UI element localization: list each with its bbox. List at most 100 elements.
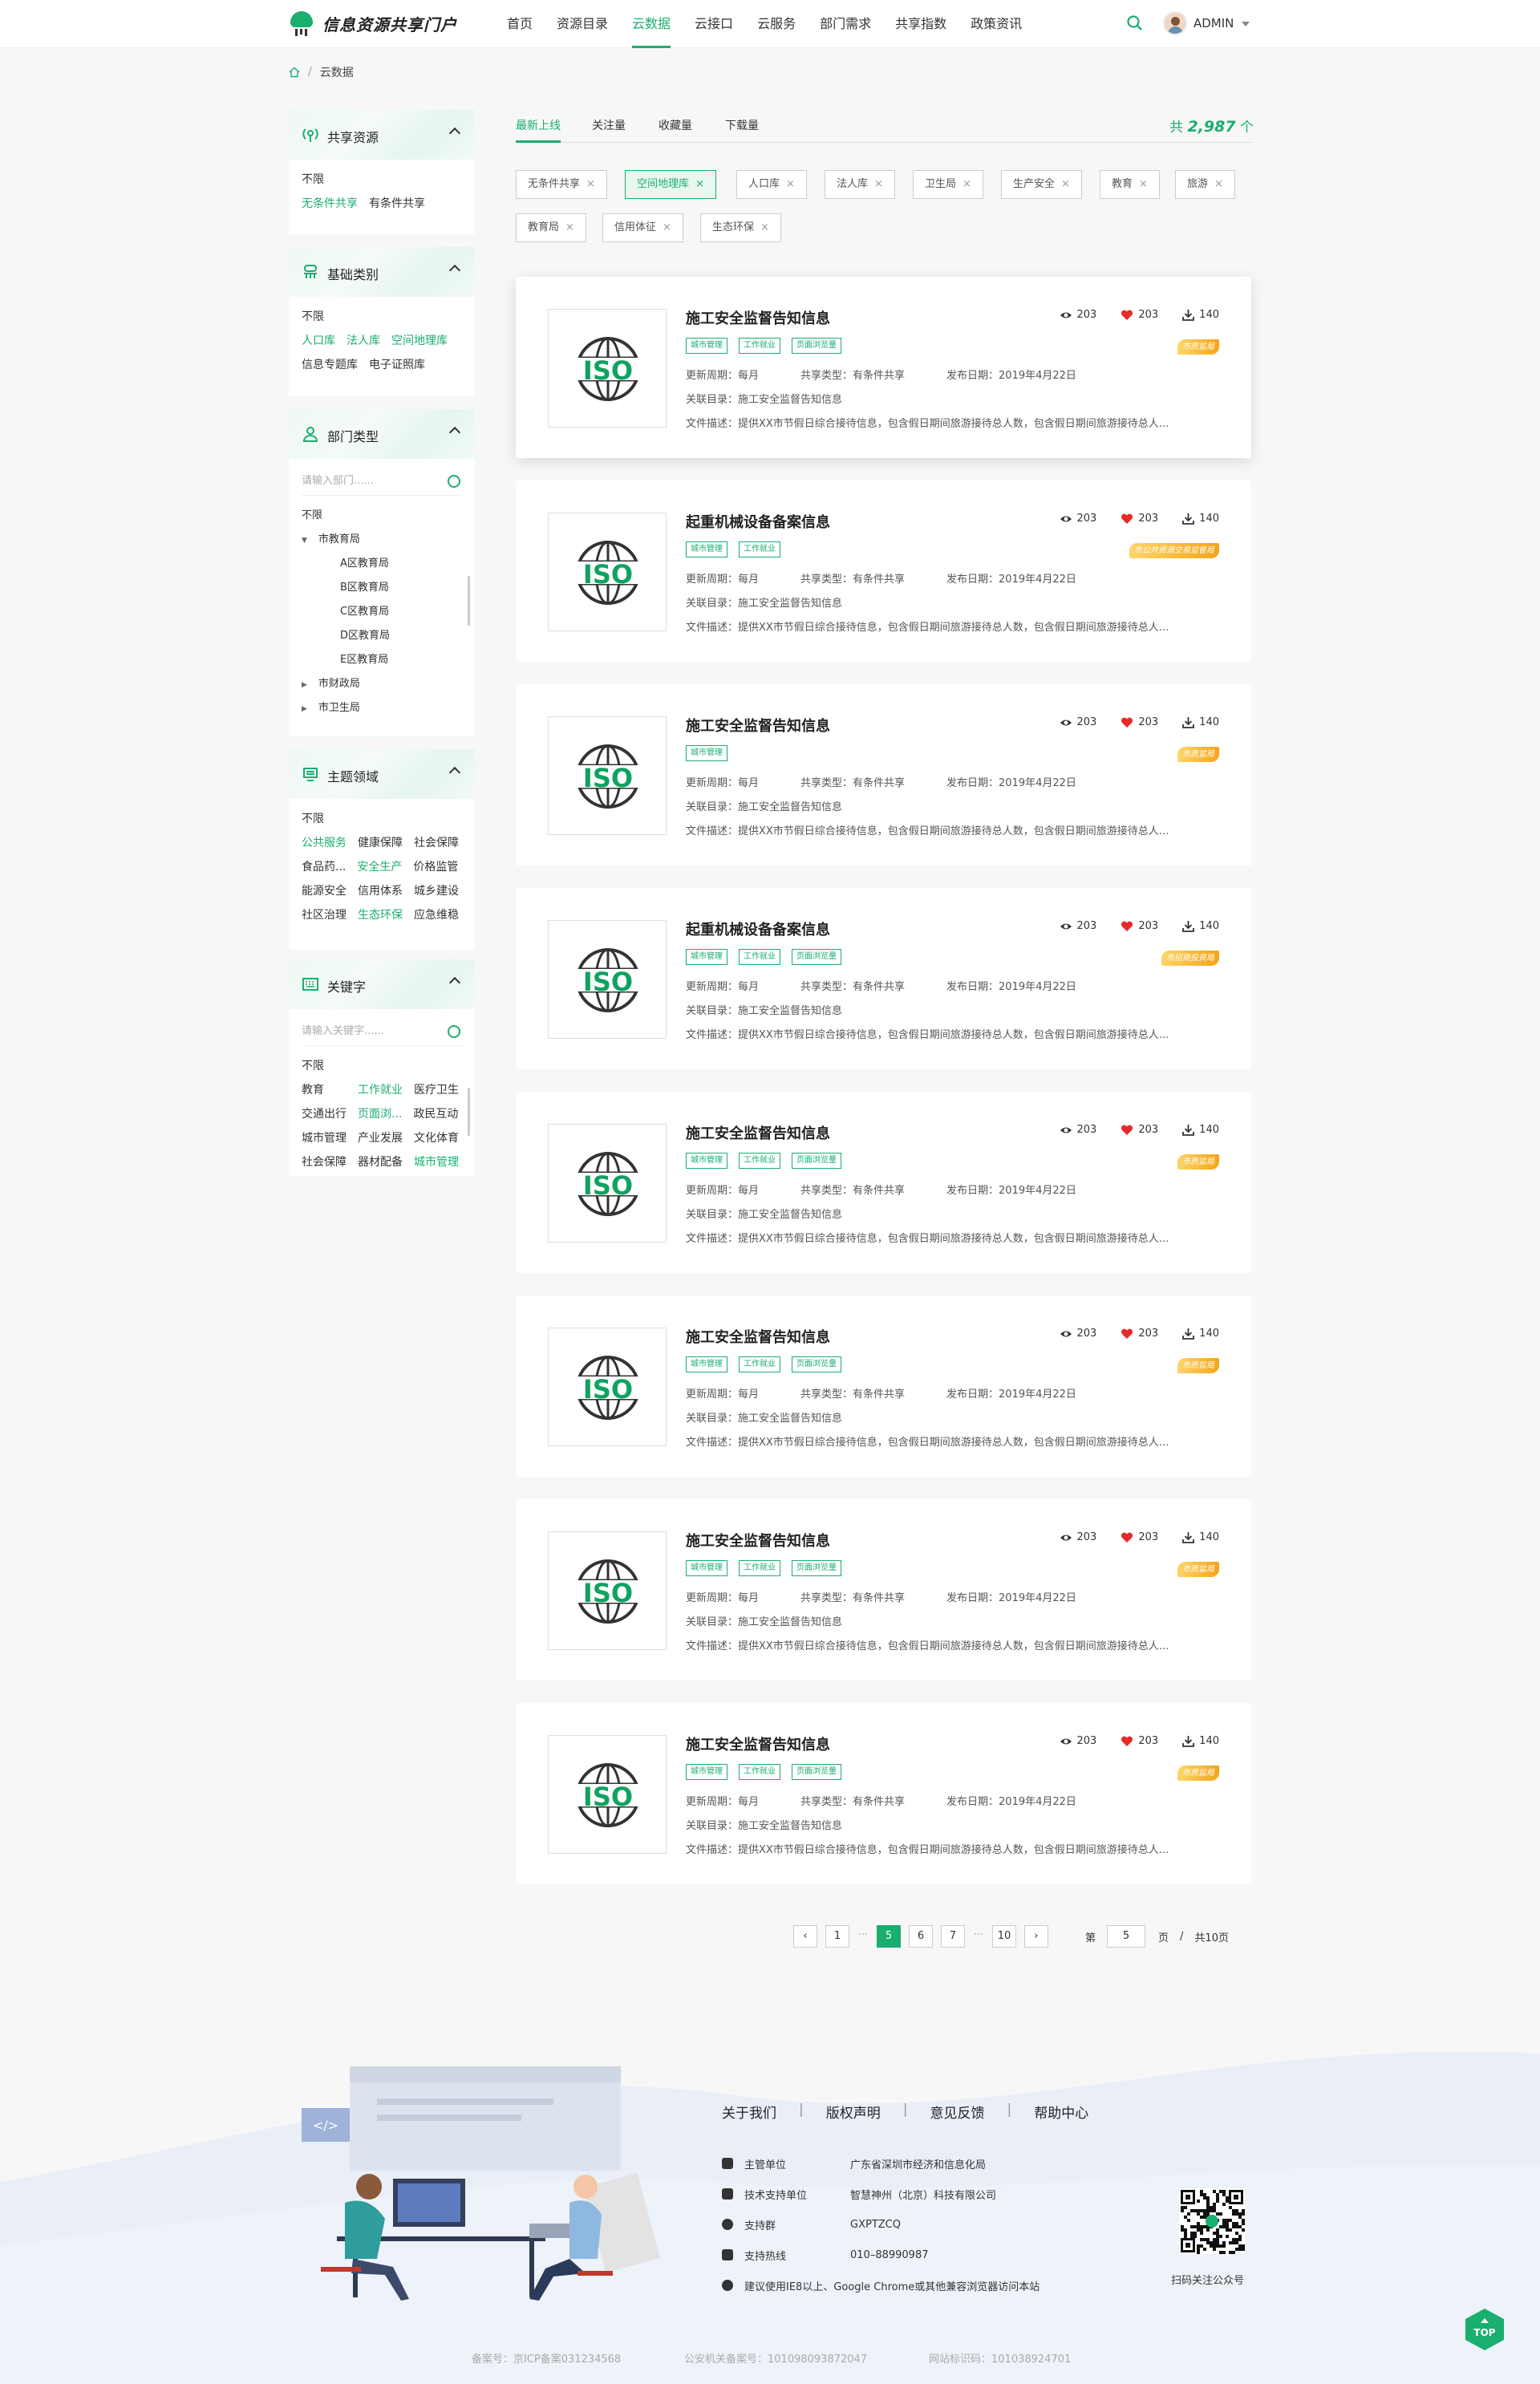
tab-downloads[interactable]: 下载量 <box>725 116 759 143</box>
page-button[interactable]: 10 <box>992 1925 1016 1948</box>
close-icon[interactable]: × <box>1214 178 1223 190</box>
stat-likes[interactable]: 203 <box>1121 1531 1158 1543</box>
tree-node-b[interactable]: B区教育局 <box>340 582 389 594</box>
card-tag[interactable]: 页面浏览量 <box>792 1764 841 1780</box>
download-icon[interactable] <box>1182 1531 1195 1543</box>
card-tag[interactable]: 工作就业 <box>739 338 780 354</box>
close-icon[interactable]: × <box>663 221 671 233</box>
page-button[interactable]: 7 <box>941 1925 965 1948</box>
caret-right-icon[interactable]: ▶ <box>302 673 307 697</box>
card-tag[interactable]: 城市管理 <box>686 745 727 761</box>
card-tag[interactable]: 工作就业 <box>739 949 780 965</box>
panel-header[interactable]: 共享资源 <box>289 110 475 160</box>
close-icon[interactable]: × <box>786 178 795 190</box>
chevron-down-icon[interactable] <box>1242 22 1250 26</box>
page-button[interactable]: 1 <box>825 1925 849 1948</box>
option-any[interactable]: 不限 <box>302 509 322 521</box>
option-credit[interactable]: 信用体系 <box>358 885 403 898</box>
heart-icon[interactable] <box>1121 921 1133 932</box>
option-any[interactable]: 不限 <box>302 813 324 825</box>
stat-downloads[interactable]: 140 <box>1182 513 1219 525</box>
option-price[interactable]: 价格监管 <box>413 861 458 874</box>
filter-chip[interactable]: 空间地理库 × <box>625 170 716 199</box>
resource-card[interactable]: ISO 施工安全监督告知信息 203 203 140 城市管理 工作就业 页面浏览量 市质监局更… <box>516 1703 1251 1884</box>
close-icon[interactable]: × <box>874 178 883 190</box>
card-thumbnail[interactable]: ISO <box>548 513 667 631</box>
stat-downloads[interactable]: 140 <box>1182 1328 1219 1340</box>
option-education[interactable]: 教育 <box>302 1084 324 1097</box>
page-jump-input[interactable]: 5 <box>1107 1925 1146 1948</box>
chevron-up-icon[interactable] <box>448 976 461 989</box>
card-title[interactable]: 施工安全监督告知信息 <box>686 307 830 328</box>
nav-cloud-service[interactable]: 云服务 <box>757 0 796 48</box>
username[interactable]: ADMIN <box>1194 16 1234 30</box>
option-any[interactable]: 不限 <box>302 1060 324 1072</box>
panel-header[interactable]: 关键字 <box>289 959 475 1009</box>
card-tag[interactable]: 工作就业 <box>739 1356 780 1372</box>
option-geo-db[interactable]: 空间地理库 <box>391 334 448 347</box>
option-conditional[interactable]: 有条件共享 <box>369 197 425 210</box>
next-page-button[interactable]: › <box>1024 1925 1048 1948</box>
download-icon[interactable] <box>1182 1328 1195 1340</box>
home-icon[interactable] <box>289 67 300 78</box>
card-tag[interactable]: 城市管理 <box>686 1764 727 1780</box>
card-tag[interactable]: 城市管理 <box>686 338 727 354</box>
card-thumbnail[interactable]: ISO <box>548 1735 667 1854</box>
card-title[interactable]: 施工安全监督告知信息 <box>686 1733 830 1754</box>
caret-right-icon[interactable]: ▶ <box>302 697 307 721</box>
option-transport[interactable]: 交通出行 <box>302 1108 346 1121</box>
resource-card[interactable]: ISO 起重机械设备备案信息 203 203 140 城市管理 工作就业 页面浏览量 市招商投资… <box>516 888 1251 1069</box>
caret-down-icon[interactable]: ▼ <box>302 529 307 553</box>
option-city-management-2[interactable]: 城市管理 <box>414 1156 459 1169</box>
option-food-drug[interactable]: 食品药... <box>302 861 346 874</box>
keyword-search-input[interactable]: 请输入关键字...... <box>302 1017 462 1046</box>
option-social-security[interactable]: 社会保障 <box>302 1156 346 1169</box>
chevron-up-icon[interactable] <box>448 426 461 439</box>
resource-card[interactable]: ISO 施工安全监督告知信息 203 203 140 城市管理 工作就业 页面浏览量 市质监局更… <box>516 1295 1251 1477</box>
option-legal-db[interactable]: 法人库 <box>346 334 380 347</box>
nav-dept-demand[interactable]: 部门需求 <box>820 0 871 48</box>
download-icon[interactable] <box>1182 716 1195 728</box>
close-icon[interactable]: × <box>586 178 595 190</box>
stat-likes[interactable]: 203 <box>1121 513 1158 525</box>
tree-node-health[interactable]: 市卫生局 <box>318 702 360 714</box>
scrollbar[interactable] <box>468 576 470 626</box>
option-energy[interactable]: 能源安全 <box>302 885 346 898</box>
chevron-up-icon[interactable] <box>448 264 461 277</box>
option-public-service[interactable]: 公共服务 <box>302 837 346 849</box>
card-title[interactable]: 施工安全监督告知信息 <box>686 1122 830 1143</box>
heart-icon[interactable] <box>1121 717 1133 728</box>
card-title[interactable]: 起重机械设备备案信息 <box>686 918 830 939</box>
filter-chip[interactable]: 教育 × <box>1100 170 1160 199</box>
heart-icon[interactable] <box>1121 1736 1133 1747</box>
tab-follows[interactable]: 关注量 <box>592 116 626 143</box>
card-tag[interactable]: 工作就业 <box>739 1153 780 1169</box>
page-button[interactable]: 6 <box>909 1925 933 1948</box>
card-tag[interactable]: 页面浏览量 <box>792 949 841 965</box>
close-icon[interactable]: × <box>1061 178 1070 190</box>
option-ecology[interactable]: 生态环保 <box>358 909 403 922</box>
stat-likes[interactable]: 203 <box>1121 716 1158 728</box>
option-emergency[interactable]: 应急维稳 <box>414 909 459 922</box>
close-icon[interactable]: × <box>1139 178 1148 190</box>
card-tag[interactable]: 工作就业 <box>739 541 780 557</box>
card-tag[interactable]: 页面浏览量 <box>792 1560 841 1576</box>
filter-chip[interactable]: 旅游 × <box>1175 170 1235 199</box>
nav-catalog[interactable]: 资源目录 <box>557 0 608 48</box>
option-unconditional[interactable]: 无条件共享 <box>302 197 358 210</box>
stat-likes[interactable]: 203 <box>1121 1124 1158 1136</box>
tab-latest[interactable]: 最新上线 <box>516 116 561 143</box>
resource-card[interactable]: ISO 施工安全监督告知信息 203 203 140 城市管理 市质监局 更新周期：每月 共享类… <box>516 684 1251 866</box>
nav-home[interactable]: 首页 <box>507 0 533 48</box>
prev-page-button[interactable]: ‹ <box>793 1925 817 1948</box>
option-population-db[interactable]: 人口库 <box>302 334 335 347</box>
stat-downloads[interactable]: 140 <box>1182 1124 1219 1136</box>
card-tag[interactable]: 工作就业 <box>739 1764 780 1780</box>
heart-icon[interactable] <box>1121 310 1133 321</box>
card-tag[interactable]: 城市管理 <box>686 949 727 965</box>
site-logo[interactable]: 信息资源共享门户 <box>289 10 457 37</box>
download-icon[interactable] <box>1182 309 1195 321</box>
option-any[interactable]: 不限 <box>302 173 324 186</box>
link-about[interactable]: 关于我们 <box>722 2102 776 2122</box>
download-icon[interactable] <box>1182 1735 1195 1747</box>
